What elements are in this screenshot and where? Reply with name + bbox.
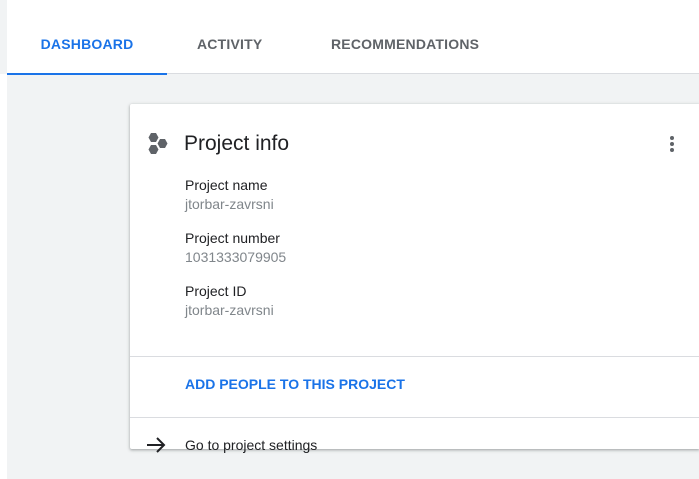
field-label: Project ID [185, 283, 247, 299]
arrow-forward-icon [145, 436, 167, 454]
tab-dashboard[interactable]: DASHBOARD [7, 0, 167, 75]
tab-activity-label: ACTIVITY [197, 36, 263, 52]
field-label: Project name [185, 177, 268, 193]
tab-recommendations[interactable]: RECOMMENDATIONS [331, 0, 479, 74]
active-tab-indicator [7, 73, 167, 75]
project-info-card: Project info Project name jtorbar-zavrsn… [130, 104, 699, 453]
field-value: jtorbar-zavrsni [185, 302, 274, 318]
field-label: Project number [185, 230, 280, 246]
divider [130, 417, 699, 418]
more-vert-icon[interactable] [667, 133, 677, 155]
tab-bar: DASHBOARD ACTIVITY RECOMMENDATIONS [7, 0, 699, 75]
divider [130, 356, 699, 357]
tab-dashboard-label: DASHBOARD [40, 36, 134, 52]
project-number-field: Project number 1031333079905 [185, 229, 286, 267]
field-value: 1031333079905 [185, 249, 287, 265]
card-header: Project info [145, 130, 289, 158]
project-id-field: Project ID jtorbar-zavrsni [185, 282, 286, 320]
tab-activity[interactable]: ACTIVITY [197, 0, 262, 74]
project-details: Project name jtorbar-zavrsni Project num… [185, 176, 286, 335]
field-value: jtorbar-zavrsni [185, 196, 274, 212]
left-panel-edge [0, 74, 7, 479]
project-name-field: Project name jtorbar-zavrsni [185, 176, 286, 214]
add-people-button[interactable]: ADD PEOPLE TO THIS PROJECT [185, 376, 405, 392]
tab-recommendations-label: RECOMMENDATIONS [331, 36, 480, 52]
project-settings-link[interactable]: Go to project settings [145, 436, 317, 454]
hexagon-group-icon [145, 132, 171, 156]
card-title: Project info [184, 132, 290, 155]
project-settings-label: Go to project settings [185, 437, 318, 453]
